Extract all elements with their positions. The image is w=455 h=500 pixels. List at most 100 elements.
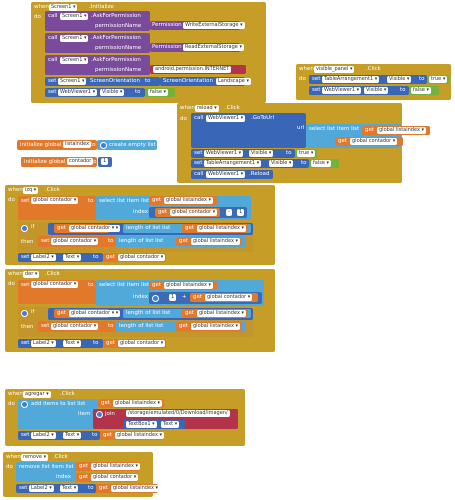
property-dropdown[interactable]: Visible ▾ xyxy=(249,150,274,157)
get-global-listaindex[interactable]: get global listaindex ▾ xyxy=(96,484,161,493)
get-global-listaindex[interactable]: get global listaindex ▾ xyxy=(176,322,242,331)
set-webviewer-visible[interactable]: set WebViewer1 ▾ Visible ▾ to xyxy=(191,149,295,158)
label2-dropdown[interactable]: Label2 ▾ xyxy=(31,254,56,261)
screen-orientation-landscape[interactable]: ScreenOrientation Landscape ▾ xyxy=(160,77,251,86)
webviewer-reload-call[interactable]: call WebViewer1 ▾ .Reload xyxy=(191,170,273,179)
gear-icon[interactable] xyxy=(21,401,28,408)
true-literal[interactable]: true ▾ xyxy=(427,75,449,84)
get-global-listaindex[interactable]: get global listaindex ▾ xyxy=(362,126,430,135)
get-global-contador[interactable]: get global contador ▾ xyxy=(190,293,258,302)
gear-icon[interactable] xyxy=(152,295,159,302)
get-global-listaindex[interactable]: get global listaindex ▾ xyxy=(149,196,217,205)
set-global-contador[interactable]: set global contador ▾ to xyxy=(38,321,116,332)
permission-internet-text[interactable]: android.permission.INTERNET xyxy=(150,65,246,74)
label2-dropdown[interactable]: Label2 ▾ xyxy=(29,485,54,492)
property-dropdown[interactable]: Visible ▾ xyxy=(269,160,294,167)
init-global-contador[interactable]: initialize global contador to xyxy=(21,157,97,167)
property-dropdown[interactable]: Text ▾ xyxy=(60,485,79,492)
set-webviewer-visible[interactable]: set WebViewer1 ▾ Visible ▾ to xyxy=(45,88,145,97)
webviewer-dropdown[interactable]: WebViewer1 ▾ xyxy=(58,89,98,96)
gear-icon[interactable] xyxy=(21,225,28,232)
minus-operator[interactable]: - xyxy=(226,209,232,216)
true-literal[interactable]: true ▾ xyxy=(295,149,317,158)
set-label2-text[interactable]: set Label2 ▾ Text ▾ to xyxy=(16,484,96,493)
screen1-dropdown[interactable]: Screen1 ▾ xyxy=(60,57,89,64)
get-global-listaindex[interactable]: get global listaindex ▾ xyxy=(182,309,248,318)
webviewer-dropdown[interactable]: WebViewer1 ▾ xyxy=(206,115,246,122)
set-webviewer-visible[interactable]: set WebViewer1 ▾ Visible ▾ to xyxy=(309,86,409,95)
set-global-contador[interactable]: set global contador ▾ to xyxy=(18,196,96,220)
orientation-dropdown[interactable]: Landscape ▾ xyxy=(216,78,251,85)
set-table-visible[interactable]: set TableArrangement1 ▾ Visible ▾ to xyxy=(309,75,427,84)
webviewer-gotourl-call[interactable]: call WebViewer1 ▾ .GoToUrl url xyxy=(191,113,306,148)
set-label2-text[interactable]: set Label2 ▾ Text ▾ to xyxy=(18,253,103,262)
create-empty-list[interactable]: create empty list xyxy=(97,140,157,150)
screen1-dropdown[interactable]: Screen1 ▾ xyxy=(58,78,87,85)
webviewer-dropdown[interactable]: WebViewer1 ▾ xyxy=(206,171,246,178)
permission-write[interactable]: Permission WriteExternalStorage ▾ xyxy=(150,21,245,30)
get-global-contador[interactable]: get global contador ▾ xyxy=(54,224,117,233)
remove-list-item[interactable]: remove list item list index xyxy=(16,462,76,482)
textbox1-dropdown[interactable]: TextBox1 ▾ xyxy=(126,421,157,428)
label2-dropdown[interactable]: Label2 ▾ xyxy=(31,432,56,439)
webviewer-dropdown[interactable]: WebViewer1 ▾ xyxy=(204,150,244,157)
property-dropdown[interactable]: Text ▾ xyxy=(63,432,82,439)
gear-icon[interactable] xyxy=(21,310,28,317)
gear-icon[interactable] xyxy=(100,142,107,149)
permission-dropdown[interactable]: ReadExternalStorage ▾ xyxy=(183,44,244,51)
get-global-listaindex[interactable]: get global listaindex ▾ xyxy=(182,224,248,233)
path-text-literal[interactable]: /storage/emulated/0/Download/imagen/ xyxy=(123,409,236,418)
number-literal[interactable]: 1 xyxy=(169,294,177,301)
label2-dropdown[interactable]: Label2 ▾ xyxy=(31,340,56,347)
property-dropdown[interactable]: Visible ▾ xyxy=(364,87,389,94)
property-dropdown[interactable]: Text ▾ xyxy=(161,421,180,428)
get-global-listaindex[interactable]: get global listaindex ▾ xyxy=(176,237,242,246)
add-items-to-list[interactable]: add items to list list item xyxy=(18,399,98,429)
screen1-dropdown[interactable]: Screen1 ▾ xyxy=(60,35,89,42)
set-table-visible[interactable]: set TableArrangement1 ▾ Visible ▾ to xyxy=(191,159,309,168)
agregar-dropdown[interactable]: agregar ▾ xyxy=(23,391,51,398)
permission-dropdown[interactable]: WriteExternalStorage ▾ xyxy=(183,22,245,29)
ask-permission-2[interactable]: call Screen1 ▾ .AskForPermission permiss… xyxy=(45,33,150,53)
visible-panel-dropdown[interactable]: visible_panel ▾ xyxy=(314,66,355,73)
get-global-contador[interactable]: get global contador ▾ xyxy=(155,208,220,217)
get-global-contador[interactable]: get global contador ▾ xyxy=(335,137,403,146)
false-literal[interactable]: false ▾ xyxy=(145,88,175,97)
remove-dropdown[interactable]: remove ▾ xyxy=(21,454,49,461)
false-literal[interactable]: false ▾ xyxy=(409,86,439,95)
get-global-listaindex[interactable]: get global listaindex ▾ xyxy=(149,281,217,290)
textbox1-text-getter[interactable]: TextBox1 ▾ Text ▾ xyxy=(123,420,185,429)
get-global-contador[interactable]: get global contador ▾ xyxy=(54,309,117,318)
get-global-listaindex[interactable]: get global listaindex ▾ xyxy=(76,462,141,471)
set-label2-text[interactable]: set Label2 ▾ Text ▾ to xyxy=(18,339,103,348)
screen1-dropdown[interactable]: Screen1 ▾ xyxy=(49,4,78,11)
set-global-contador[interactable]: set global contador ▾ to xyxy=(38,236,116,247)
set-global-contador[interactable]: set global contador ▾ to xyxy=(18,280,96,304)
table-dropdown[interactable]: TableArrangement1 ▾ xyxy=(204,160,262,167)
reload-dropdown[interactable]: reload ▾ xyxy=(195,105,219,112)
false-literal[interactable]: false ▾ xyxy=(309,159,339,168)
get-global-listaindex[interactable]: get global listaindex ▾ xyxy=(98,399,164,408)
ask-permission-1[interactable]: call Screen1 ▾ .AskForPermission permiss… xyxy=(45,11,150,31)
property-dropdown[interactable]: Text ▾ xyxy=(63,340,82,347)
screen1-dropdown[interactable]: Screen1 ▾ xyxy=(60,13,89,20)
ask-permission-3[interactable]: call Screen1 ▾ .AskForPermission permiss… xyxy=(45,55,150,75)
table-dropdown[interactable]: TableArrangement1 ▾ xyxy=(322,76,380,83)
get-global-listaindex[interactable]: get global listaindex ▾ xyxy=(100,431,165,440)
get-global-contador[interactable]: get global contador ▾ xyxy=(103,339,166,348)
number-literal[interactable]: 1 xyxy=(98,157,112,167)
property-dropdown[interactable]: Visible ▾ xyxy=(100,89,125,96)
permission-read[interactable]: Permission ReadExternalStorage ▾ xyxy=(150,43,244,52)
init-global-listaindex[interactable]: initialize global listaindex to xyxy=(17,140,97,150)
set-label2-text[interactable]: set Label2 ▾ Text ▾ to xyxy=(18,431,100,440)
der-dropdown[interactable]: der ▾ xyxy=(23,271,40,278)
webviewer-dropdown[interactable]: WebViewer1 ▾ xyxy=(322,87,362,94)
property-dropdown[interactable]: Text ▾ xyxy=(63,254,82,261)
gear-icon[interactable] xyxy=(96,411,103,418)
number-literal[interactable]: 1 xyxy=(237,209,245,216)
set-screen-orientation[interactable]: set Screen1 ▾ ScreenOrientation to xyxy=(45,77,160,86)
get-global-contador[interactable]: get global contador ▾ xyxy=(76,473,139,482)
property-dropdown[interactable]: Visible ▾ xyxy=(387,76,412,83)
get-global-contador[interactable]: get global contador ▾ xyxy=(103,253,166,262)
izq-dropdown[interactable]: izq ▾ xyxy=(23,187,39,194)
